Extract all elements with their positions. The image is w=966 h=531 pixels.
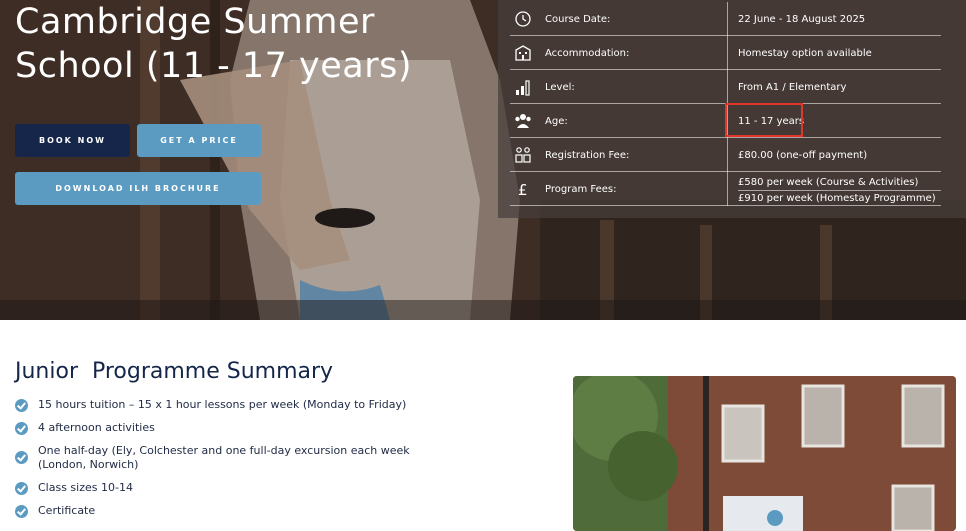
age-highlight-box: [725, 103, 803, 137]
info-row-accommodation: Accommodation: Homestay option available: [510, 36, 941, 70]
svg-text:£: £: [518, 181, 528, 198]
page-title-line-2: School (11 - 17 years): [15, 46, 413, 86]
info-label: Program Fees:: [545, 183, 617, 195]
registration-people-icon: [515, 147, 531, 163]
check-circle-icon: [15, 422, 28, 435]
level-bars-icon: [516, 80, 530, 96]
list-item-text: 15 hours tuition – 15 x 1 hour lessons p…: [38, 398, 407, 411]
building-icon: [515, 45, 531, 61]
programme-summary-heading: Junior Programme Summary: [15, 359, 334, 384]
list-item: 15 hours tuition – 15 x 1 hour lessons p…: [15, 398, 435, 412]
info-label: Level:: [545, 81, 575, 93]
info-label: Registration Fee:: [545, 149, 630, 161]
check-circle-icon: [15, 505, 28, 518]
fee-line-homestay: £910 per week (Homestay Programme): [738, 190, 941, 205]
page-title: Cambridge Summer School (11 - 17 years): [15, 0, 485, 88]
school-building-photo: [573, 376, 956, 531]
fee-line-course-activities: £580 per week (Course & Activities): [738, 177, 919, 188]
list-item: 4 afternoon activities: [15, 421, 435, 435]
list-item-text: Class sizes 10-14: [38, 481, 133, 494]
group-people-icon: [515, 114, 531, 128]
get-a-price-button[interactable]: GET A PRICE: [137, 124, 261, 157]
list-item-text: Certificate: [38, 504, 96, 517]
list-item-text: 4 afternoon activities: [38, 421, 155, 434]
program-fees-values: £580 per week (Course & Activities) £910…: [727, 172, 941, 206]
pound-icon: £: [518, 181, 528, 198]
info-row-program-fees: £ Program Fees: £580 per week (Course & …: [510, 172, 941, 206]
info-value: From A1 / Elementary: [727, 70, 941, 104]
download-brochure-button[interactable]: DOWNLOAD ILH BROCHURE: [15, 172, 261, 205]
info-label: Age:: [545, 115, 568, 127]
list-item: Certificate: [15, 504, 435, 518]
hero-banner: Cambridge Summer School (11 - 17 years) …: [0, 0, 966, 320]
list-item: One half-day (Ely, Colchester and one fu…: [15, 444, 425, 472]
check-circle-icon: [15, 451, 28, 464]
info-label: Course Date:: [545, 13, 611, 25]
programme-features-list: 15 hours tuition – 15 x 1 hour lessons p…: [15, 398, 435, 518]
check-circle-icon: [15, 482, 28, 495]
check-circle-icon: [15, 399, 28, 412]
info-label: Accommodation:: [545, 47, 630, 59]
page-title-line-1: Cambridge Summer: [15, 2, 375, 42]
book-now-button[interactable]: BOOK NOW: [15, 124, 130, 157]
info-row-course-date: Course Date: 22 June - 18 August 2025: [510, 2, 941, 36]
calendar-clock-icon: [515, 11, 531, 27]
info-value: 22 June - 18 August 2025: [727, 2, 941, 36]
list-item: Class sizes 10-14: [15, 481, 435, 495]
info-row-registration-fee: Registration Fee: £80.00 (one-off paymen…: [510, 138, 941, 172]
info-value: £80.00 (one-off payment): [727, 138, 941, 172]
list-item-text: One half-day (Ely, Colchester and one fu…: [38, 444, 410, 471]
info-row-level: Level: From A1 / Elementary: [510, 70, 941, 104]
info-value: Homestay option available: [727, 36, 941, 70]
